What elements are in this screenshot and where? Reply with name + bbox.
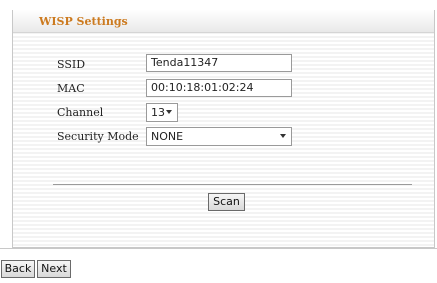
panel-header: WISP Settings (13, 10, 434, 33)
next-button[interactable]: Next (37, 260, 71, 278)
mac-field[interactable]: 00:10:18:01:02:24 (146, 79, 292, 97)
mac-label: MAC (57, 82, 85, 95)
wisp-settings-panel: WISP Settings SSID Tenda11347 MAC 00:10:… (12, 10, 435, 248)
ssid-label: SSID (57, 58, 86, 71)
chevron-down-icon (166, 110, 172, 114)
bottom-divider (0, 248, 437, 249)
channel-selected-value: 13 (151, 106, 165, 119)
divider (53, 184, 412, 185)
back-button[interactable]: Back (1, 260, 35, 278)
security-mode-label: Security Mode (57, 130, 139, 143)
security-mode-selected-value: NONE (151, 130, 184, 143)
ssid-field[interactable]: Tenda11347 (146, 54, 292, 72)
panel-title: WISP Settings (39, 15, 128, 28)
scan-button[interactable]: Scan (208, 193, 245, 211)
chevron-down-icon (280, 134, 286, 138)
security-mode-select[interactable]: NONE (146, 127, 292, 146)
channel-select[interactable]: 13 (146, 103, 178, 122)
channel-label: Channel (57, 106, 104, 119)
